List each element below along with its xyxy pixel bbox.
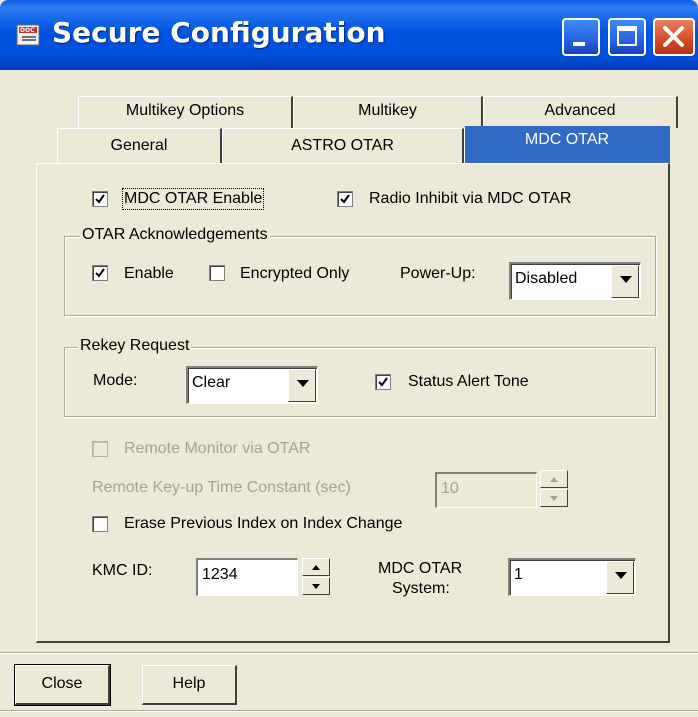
- tab-astro-otar[interactable]: ASTRO OTAR: [222, 128, 464, 164]
- window-title: Secure Configuration: [52, 16, 386, 49]
- remote-keyup-input[interactable]: 10: [435, 472, 537, 508]
- minimize-button[interactable]: [562, 18, 600, 56]
- dropdown-arrow-button[interactable]: [606, 561, 634, 594]
- button-bar-separator: [0, 652, 698, 654]
- spin-up-button[interactable]: [302, 558, 330, 576]
- title-bar[interactable]: DOC Secure Configuration: [0, 0, 698, 70]
- tab-multikey[interactable]: Multikey: [293, 96, 483, 128]
- chevron-down-icon: [297, 380, 309, 387]
- encrypted-only-checkbox[interactable]: [209, 265, 225, 281]
- mode-value: Clear: [192, 374, 231, 391]
- arrow-down-icon: [312, 584, 320, 589]
- tab-advanced[interactable]: Advanced: [483, 96, 678, 128]
- rekey-request-group: [64, 347, 656, 417]
- checkmark-icon: [340, 194, 350, 204]
- mode-dropdown[interactable]: Clear: [186, 366, 318, 404]
- kmc-id-label: KMC ID:: [92, 562, 153, 579]
- arrow-up-icon: [312, 565, 320, 570]
- tab-mdc-otar[interactable]: MDC OTAR: [464, 126, 670, 164]
- close-icon: [663, 26, 684, 47]
- tab-label: General: [110, 137, 168, 154]
- status-alert-tone-checkbox[interactable]: [375, 374, 391, 390]
- remote-monitor-checkbox[interactable]: [92, 441, 108, 457]
- chevron-down-icon: [620, 276, 632, 283]
- power-up-value: Disabled: [515, 270, 578, 287]
- close-button[interactable]: Close: [14, 664, 111, 706]
- tab-general[interactable]: General: [57, 128, 222, 164]
- tab-label: Advanced: [544, 102, 616, 119]
- mdc-otar-system-value: 1: [514, 566, 523, 583]
- tab-label: Multikey Options: [125, 102, 245, 119]
- bottom-edge-line: [0, 710, 698, 712]
- maximize-icon: [617, 26, 637, 46]
- mdc-otar-enable-label[interactable]: MDC OTAR Enable: [121, 188, 265, 210]
- erase-previous-index-label[interactable]: Erase Previous Index on Index Change: [124, 515, 402, 533]
- mdc-otar-system-dropdown[interactable]: 1: [508, 558, 636, 596]
- ack-enable-label[interactable]: Enable: [124, 265, 174, 283]
- spin-down-button[interactable]: [540, 489, 568, 507]
- remote-keyup-label: Remote Key-up Time Constant (sec): [92, 479, 351, 496]
- mode-label: Mode:: [93, 372, 138, 389]
- maximize-button[interactable]: [608, 18, 646, 56]
- tab-label: ASTRO OTAR: [291, 137, 394, 154]
- tab-label: Multikey: [358, 102, 417, 119]
- help-button[interactable]: Help: [142, 665, 237, 705]
- remote-keyup-value: 10: [441, 480, 459, 497]
- arrow-up-icon: [550, 477, 558, 482]
- kmc-id-value: 1234: [202, 566, 238, 583]
- kmc-id-input[interactable]: 1234: [196, 558, 298, 596]
- close-window-button[interactable]: [653, 18, 695, 56]
- ack-enable-checkbox[interactable]: [92, 265, 108, 281]
- chevron-down-icon: [615, 572, 627, 579]
- secure-configuration-window: DOC Secure Configuration Multikey Option…: [0, 0, 698, 717]
- power-up-label: Power-Up:: [400, 265, 476, 282]
- minimize-icon: [573, 42, 585, 46]
- status-alert-tone-label[interactable]: Status Alert Tone: [408, 373, 529, 391]
- remote-keyup-spinner[interactable]: [540, 470, 568, 508]
- remote-monitor-label: Remote Monitor via OTAR: [124, 440, 311, 457]
- kmc-id-spinner[interactable]: [302, 558, 330, 596]
- checkmark-icon: [378, 377, 388, 387]
- checkmark-icon: [95, 194, 105, 204]
- app-icon: DOC: [16, 24, 40, 46]
- tab-multikey-options[interactable]: Multikey Options: [78, 96, 293, 128]
- svg-text:DOC: DOC: [20, 27, 35, 34]
- radio-inhibit-checkbox[interactable]: [337, 191, 353, 207]
- mdc-otar-system-label-line2: System:: [392, 580, 450, 597]
- radio-inhibit-label[interactable]: Radio Inhibit via MDC OTAR: [369, 190, 571, 208]
- power-up-dropdown[interactable]: Disabled: [509, 262, 641, 300]
- dropdown-arrow-button[interactable]: [611, 265, 639, 298]
- erase-previous-index-checkbox[interactable]: [92, 516, 108, 532]
- arrow-down-icon: [550, 496, 558, 501]
- otar-acknowledgements-title: OTAR Acknowledgements: [80, 226, 270, 244]
- mdc-otar-enable-checkbox[interactable]: [92, 191, 108, 207]
- dropdown-arrow-button[interactable]: [288, 369, 316, 402]
- spin-up-button[interactable]: [540, 470, 568, 488]
- tab-label: MDC OTAR: [524, 131, 610, 148]
- spin-down-button[interactable]: [302, 577, 330, 595]
- rekey-request-title: Rekey Request: [78, 337, 192, 355]
- mdc-otar-system-label-line1: MDC OTAR: [378, 560, 463, 577]
- checkmark-icon: [95, 268, 105, 278]
- encrypted-only-label[interactable]: Encrypted Only: [240, 265, 349, 283]
